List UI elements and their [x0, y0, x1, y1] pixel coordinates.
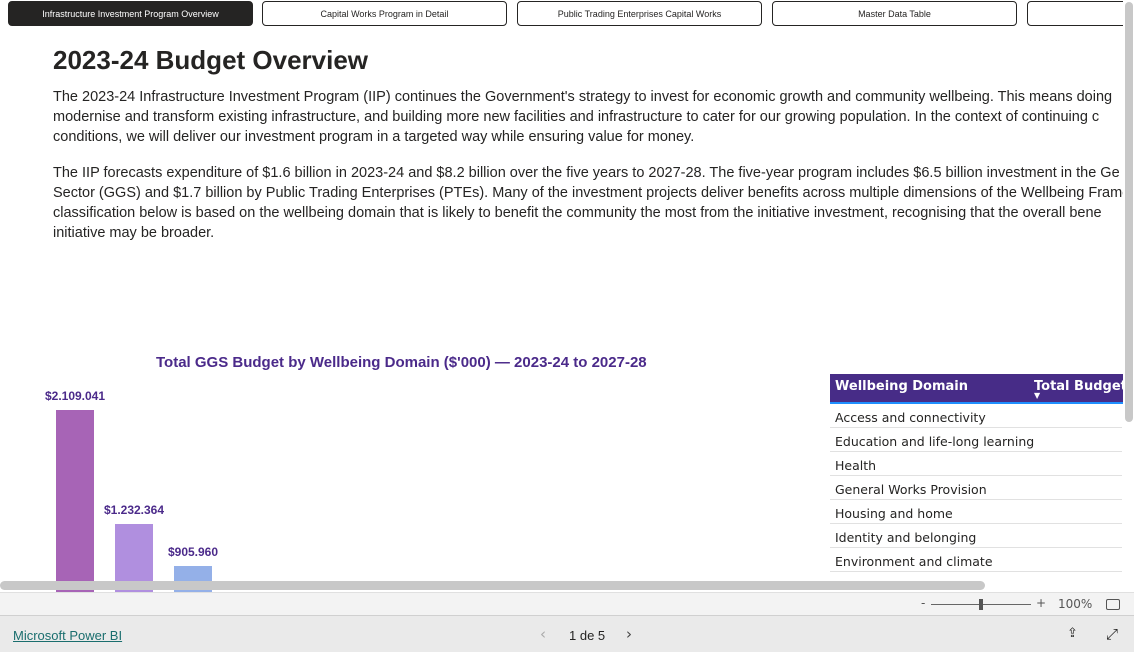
tab-master-data-table[interactable]: Master Data Table	[772, 1, 1017, 26]
table-row[interactable]: Identity and belonging	[830, 524, 1122, 548]
tab-pte-capital-works[interactable]: Public Trading Enterprises Capital Works	[517, 1, 762, 26]
intro-paragraph: The 2023-24 Infrastructure Investment Pr…	[53, 87, 1112, 147]
sort-desc-icon[interactable]: ▼	[1034, 391, 1040, 400]
share-icon[interactable]: ⇪	[1067, 626, 1078, 641]
table-row[interactable]: Health	[830, 452, 1122, 476]
text-line: modernise and transform existing infrast…	[53, 109, 1100, 125]
forecast-paragraph: The IIP forecasts expenditure of $1.6 bi…	[53, 163, 1123, 243]
page-indicator: 1 de 5	[569, 628, 606, 643]
table-row[interactable]: Environment and climate	[830, 548, 1122, 572]
zoom-out-button[interactable]: -	[921, 596, 925, 610]
data-label: $905.960	[167, 545, 219, 560]
tab-next[interactable]	[1027, 1, 1123, 26]
column-header-domain[interactable]: Wellbeing Domain	[835, 379, 968, 394]
text-line: conditions, we will deliver our investme…	[53, 129, 695, 145]
zoom-slider-handle[interactable]	[979, 599, 983, 610]
column-header-total[interactable]: Total Budgete	[1034, 379, 1123, 394]
bar[interactable]	[56, 409, 94, 592]
next-page-icon[interactable]: ›	[626, 625, 632, 643]
zoom-bar: - + 100%	[0, 592, 1134, 616]
report-canvas: Infrastructure Investment Program Overvi…	[0, 0, 1123, 592]
table-row[interactable]: Access and connectivity	[830, 404, 1122, 428]
text-line: The 2023-24 Infrastructure Investment Pr…	[53, 89, 1113, 105]
zoom-in-button[interactable]: +	[1036, 596, 1046, 610]
zoom-level: 100%	[1058, 597, 1093, 611]
text-line: Sector (GGS) and $1.7 billion by Public …	[53, 185, 1123, 201]
tab-capital-works-detail[interactable]: Capital Works Program in Detail	[262, 1, 507, 26]
vertical-scrollbar[interactable]	[1125, 2, 1133, 422]
table-row[interactable]: Housing and home	[830, 500, 1122, 524]
chart-title: Total GGS Budget by Wellbeing Domain ($'…	[156, 354, 647, 371]
data-label: $2.109.041	[44, 388, 106, 403]
power-bi-link[interactable]: Microsoft Power BI	[13, 628, 122, 643]
table-header: Wellbeing Domain Total Budgete ▼	[830, 374, 1123, 404]
horizontal-scrollbar[interactable]	[0, 581, 985, 590]
text-line: The IIP forecasts expenditure of $1.6 bi…	[53, 165, 1120, 181]
table-row[interactable]: General Works Provision	[830, 476, 1122, 500]
tab-infrastructure-overview[interactable]: Infrastructure Investment Program Overvi…	[8, 1, 253, 26]
page-title: 2023-24 Budget Overview	[53, 45, 369, 75]
table-row[interactable]: Education and life-long learning	[830, 428, 1122, 452]
fit-to-page-icon[interactable]	[1106, 599, 1120, 610]
wellbeing-table: Wellbeing Domain Total Budgete ▼ Access …	[830, 374, 1123, 572]
data-label: $1.232.364	[103, 502, 165, 517]
prev-page-icon[interactable]: ‹	[540, 625, 546, 643]
text-line: classification below is based on the wel…	[53, 205, 1102, 221]
fullscreen-icon[interactable]: ⤢	[1106, 625, 1118, 643]
text-line: initiative may be broader.	[53, 225, 215, 241]
footer: Microsoft Power BI ‹ 1 de 5 › ⇪ ⤢	[0, 616, 1134, 652]
